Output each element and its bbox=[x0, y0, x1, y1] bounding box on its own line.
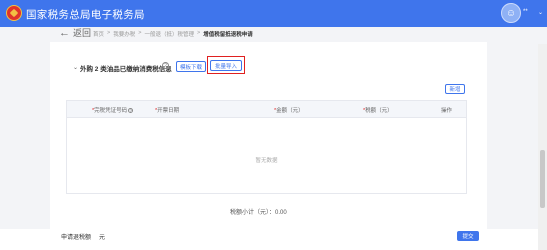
template-download-button[interactable]: 模板下载 bbox=[176, 61, 206, 72]
column-header-amount: *金额（元） bbox=[274, 108, 304, 114]
apply-refund-value: 元 bbox=[99, 235, 106, 241]
breadcrumb-separator: > bbox=[138, 30, 142, 36]
add-row-button[interactable]: 新增 bbox=[445, 84, 465, 94]
batch-import-button[interactable]: 批量导入 bbox=[210, 60, 242, 71]
scrollbar-thumb[interactable] bbox=[540, 150, 545, 208]
column-header-tax-amount: *税额（元） bbox=[363, 108, 393, 114]
breadcrumb-refund-management[interactable]: 一般退（抵）税管理 bbox=[144, 30, 194, 38]
back-label: 返回 bbox=[73, 28, 92, 38]
app-title: 国家税务总局电子税务局 bbox=[26, 9, 145, 21]
scrollbar[interactable] bbox=[538, 44, 547, 250]
tax-subtotal: 税额小计（元）：0.00 bbox=[230, 210, 287, 216]
collapse-chevron-icon[interactable]: ⌄ bbox=[73, 64, 78, 71]
breadcrumb-separator: > bbox=[196, 30, 201, 36]
breadcrumb-home[interactable]: 首页 bbox=[93, 30, 104, 38]
chevron-down-icon[interactable]: ⌄ bbox=[538, 9, 543, 16]
column-header-invoice-date: *开票日期 bbox=[155, 108, 180, 114]
submit-button[interactable]: 提交 bbox=[457, 231, 479, 241]
consumption-tax-table: *完税凭证号码? *开票日期 *金额（元） *税额（元） 操作 暂无数据 bbox=[66, 100, 467, 194]
help-icon[interactable]: ? bbox=[162, 62, 169, 69]
breadcrumb-tax-handling[interactable]: 我要办税 bbox=[113, 30, 135, 38]
table-header: *完税凭证号码? *开票日期 *金额（元） *税额（元） 操作 bbox=[67, 101, 466, 118]
column-header-actions: 操作 bbox=[441, 108, 453, 114]
national-emblem-icon bbox=[6, 5, 22, 21]
section-title: 外购 2 类油品已缴纳消费税信息 bbox=[80, 66, 172, 73]
breadcrumb-separator: > bbox=[107, 30, 111, 36]
user-avatar-icon[interactable]: ☺ bbox=[501, 3, 521, 23]
breadcrumb: 首页 > 我要办税 > 一般退（抵）税管理 > 增值税留抵退税申请 bbox=[93, 30, 253, 38]
breadcrumb-current: 增值税留抵退税申请 bbox=[203, 32, 253, 38]
user-name[interactable]: ** bbox=[523, 9, 528, 15]
empty-state-text: 暂无数据 bbox=[255, 158, 278, 164]
apply-refund-label: 申请退税额 bbox=[61, 235, 92, 241]
column-header-voucher-number: *完税凭证号码? bbox=[92, 108, 134, 114]
back-arrow-icon: ← bbox=[59, 26, 70, 39]
help-icon[interactable]: ? bbox=[128, 108, 134, 114]
back-button[interactable]: ← 返回 bbox=[59, 26, 91, 39]
